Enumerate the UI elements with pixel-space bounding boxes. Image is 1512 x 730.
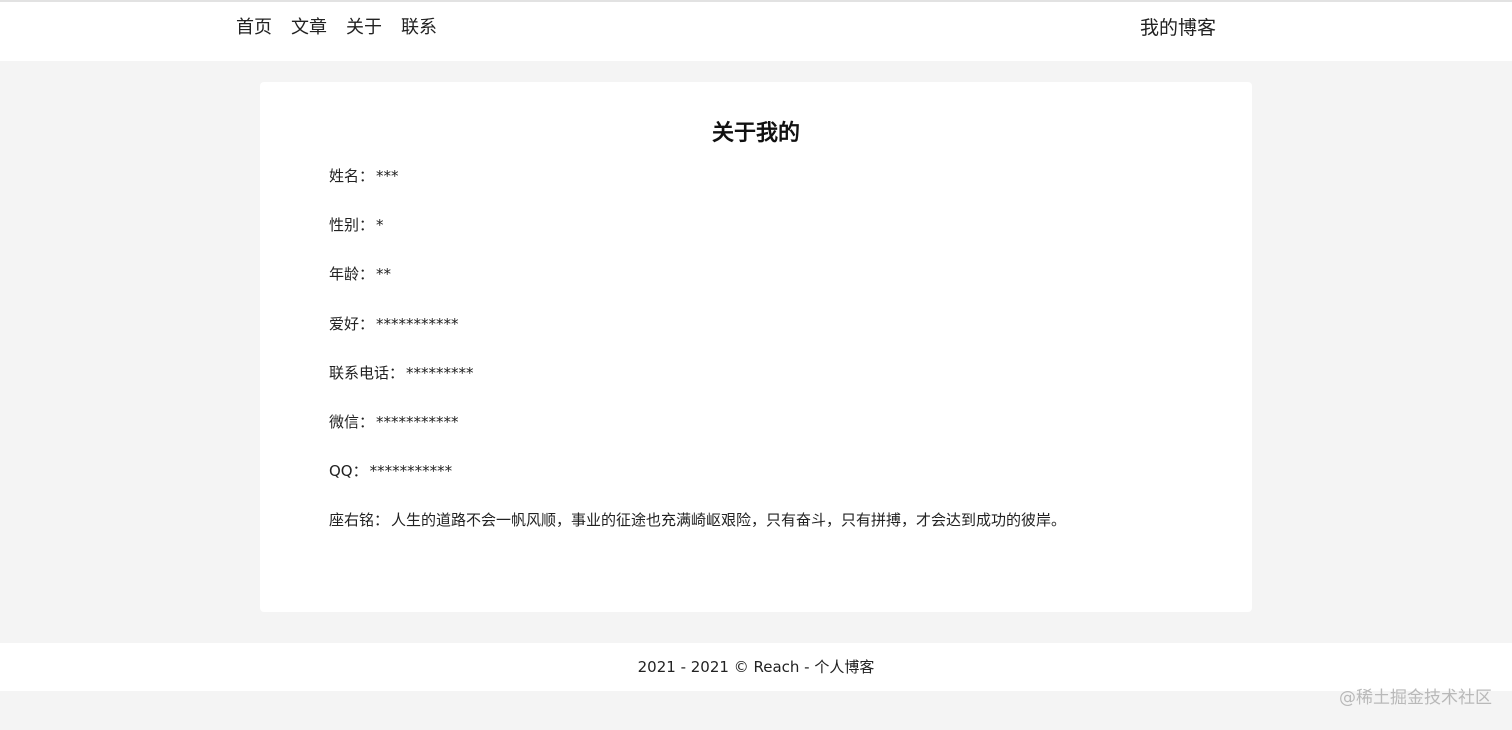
page-title: 关于我的: [711, 120, 800, 146]
info-label: QQ: [329, 462, 353, 481]
info-separator: ：: [359, 216, 375, 235]
nav-link-contact[interactable]: 联系: [401, 16, 437, 40]
info-row-name: 姓名： ***: [329, 165, 1066, 187]
info-separator: ：: [374, 511, 390, 530]
info-label: 性别: [329, 216, 360, 235]
info-row-age: 年龄： **: [329, 263, 1066, 285]
info-value: *********: [406, 363, 474, 382]
navbar: 首页 文章 关于 联系 我的博客: [0, 2, 1512, 61]
nav-links: 首页 文章 关于 联系: [236, 16, 437, 40]
about-card: 关于我的 姓名： *** 性别： * 年龄： ** 爱好： *********** 联系…: [260, 82, 1252, 612]
info-row-qq: QQ： ***********: [329, 460, 1066, 482]
info-separator: ：: [359, 412, 375, 431]
info-value: ***********: [369, 462, 453, 481]
info-separator: ：: [359, 167, 375, 185]
info-label: 座右铭: [329, 511, 375, 530]
info-separator: ：: [389, 363, 405, 382]
info-label: 联系电话: [329, 363, 390, 382]
info-row-gender: 性别： *: [329, 214, 1066, 236]
info-value: ***: [376, 167, 399, 185]
info-label: 爱好: [329, 314, 360, 333]
info-value: ***********: [376, 314, 459, 333]
about-info-list: 姓名： *** 性别： * 年龄： ** 爱好： *********** 联系电话： **…: [329, 165, 1066, 559]
footer-copyright: 2021 - 2021 © Reach - 个人博客: [637, 658, 875, 676]
info-separator: ：: [352, 462, 368, 481]
watermark: @稀土掘金技术社区: [1339, 688, 1492, 708]
nav-link-home[interactable]: 首页: [236, 16, 272, 40]
nav-link-about[interactable]: 关于: [346, 16, 382, 40]
info-row-motto: 座右铭： 人生的道路不会一帆风顺，事业的征途也充满崎岖艰险，只有奋斗，只有拼搏，才…: [329, 509, 1066, 531]
info-row-hobbies: 爱好： ***********: [329, 313, 1066, 335]
footer: 2021 - 2021 © Reach - 个人博客: [0, 643, 1512, 691]
info-value: *: [376, 216, 384, 235]
info-label: 姓名: [329, 167, 360, 185]
site-brand[interactable]: 我的博客: [1140, 16, 1216, 40]
info-separator: ：: [359, 265, 375, 284]
info-value: **: [376, 265, 392, 284]
info-separator: ：: [359, 314, 375, 333]
info-value: ***********: [376, 412, 459, 431]
info-row-wechat: 微信： ***********: [329, 411, 1066, 433]
info-label: 微信: [329, 412, 360, 431]
info-label: 年龄: [329, 265, 360, 284]
info-row-phone: 联系电话： *********: [329, 362, 1066, 384]
nav-link-articles[interactable]: 文章: [291, 16, 327, 40]
info-value: 人生的道路不会一帆风顺，事业的征途也充满崎岖艰险，只有奋斗，只有拼搏，才会达到成…: [391, 511, 1067, 530]
